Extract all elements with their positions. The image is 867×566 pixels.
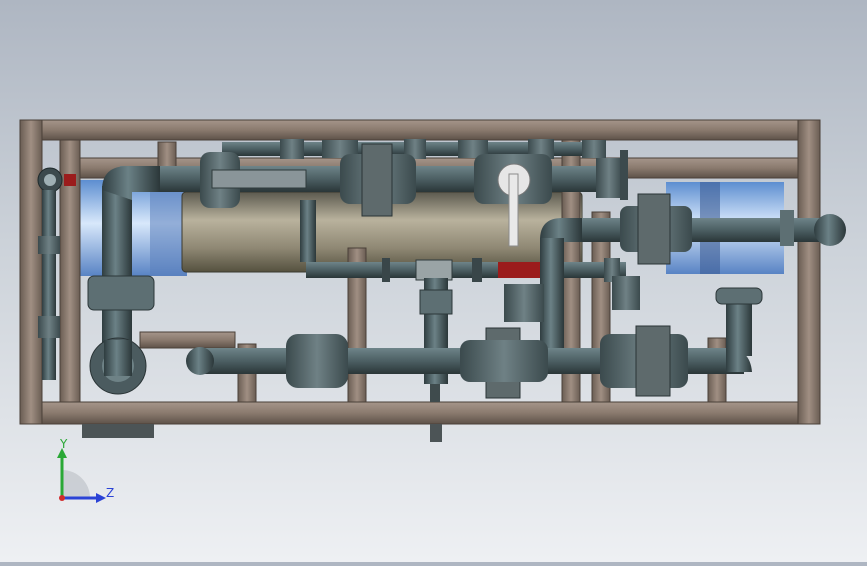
y-axis-label: Y [60, 437, 68, 451]
bottom-process-pipe[interactable] [186, 287, 763, 399]
coordinate-triad: Y Z [40, 432, 130, 522]
top-header-pipe[interactable] [222, 139, 606, 159]
x-axis-dot [59, 495, 65, 501]
cad-graphics-area[interactable] [0, 0, 867, 562]
center-drop-pipe[interactable] [419, 278, 453, 402]
z-axis-label: Z [106, 486, 115, 500]
